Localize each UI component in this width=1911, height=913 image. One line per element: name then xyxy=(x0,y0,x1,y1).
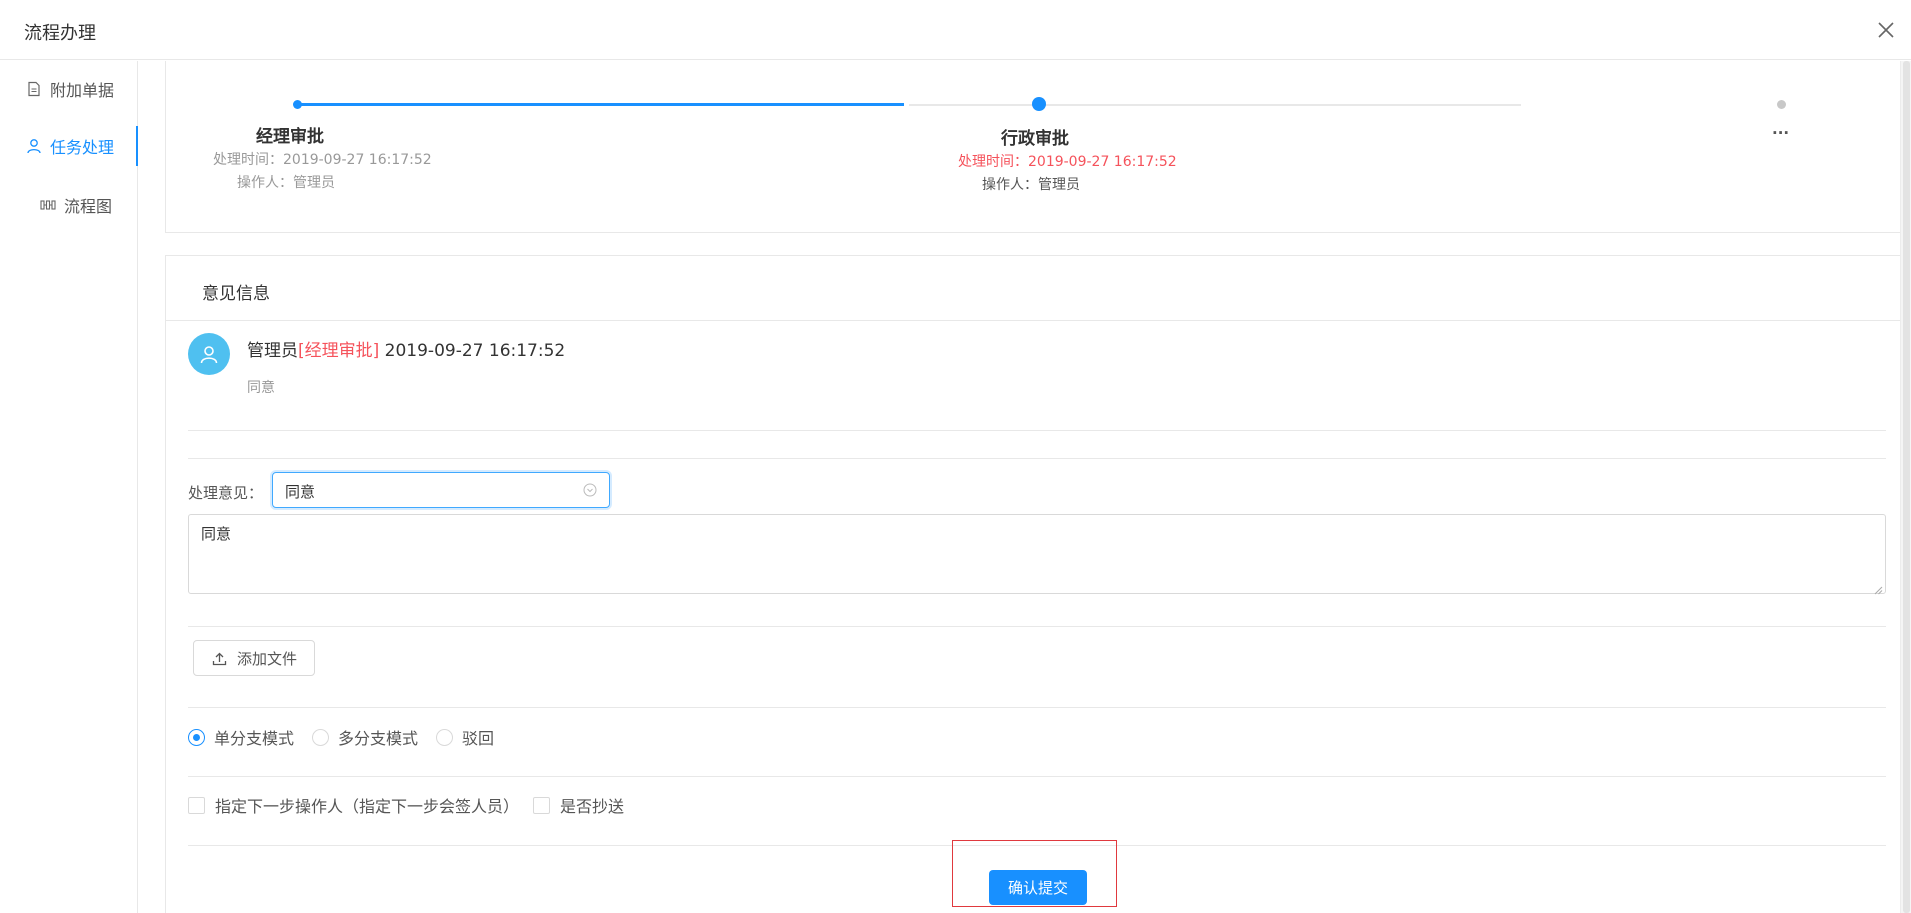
radio-circle xyxy=(188,728,205,746)
checkbox-box xyxy=(188,796,205,814)
radio-circle xyxy=(312,728,329,746)
radio-circle xyxy=(436,728,453,746)
sidebar-item-flowchart[interactable]: 流程图 xyxy=(0,185,138,225)
checkbox-assign-next-operator[interactable]: 指定下一步操作人（指定下一步会签人员） xyxy=(188,793,519,817)
comment-text: 同意 xyxy=(247,380,275,396)
opinion-card: 意见信息 管理员[经理审批] 2019-09-27 16:17:52 同意 处理… xyxy=(165,255,1906,913)
divider xyxy=(188,776,1886,777)
vertical-scrollbar[interactable] xyxy=(1900,61,1911,913)
radio-reject[interactable]: 驳回 xyxy=(436,725,494,749)
opinion-select-value: 同意 xyxy=(285,483,316,501)
process-steps-card: 经理审批 处理时间：2019-09-27 16:17:52 操作人：管理员 行政… xyxy=(165,61,1905,233)
radio-multi-branch[interactable]: 多分支模式 xyxy=(312,725,418,749)
divider xyxy=(188,707,1886,708)
step-dot-current xyxy=(1032,97,1046,111)
step-connector-done xyxy=(296,103,904,106)
close-icon[interactable] xyxy=(1874,18,1898,42)
sidebar-item-task[interactable]: 任务处理 xyxy=(0,126,138,166)
comment-time: 2019-09-27 16:17:52 xyxy=(384,341,566,361)
step-connector-pending xyxy=(909,104,1521,106)
avatar xyxy=(188,333,230,375)
sidebar-item-attachments[interactable]: 附加单据 xyxy=(0,69,138,109)
opinion-card-header: 意见信息 xyxy=(166,256,1906,321)
step-time: 处理时间：2019-09-27 16:17:52 xyxy=(213,152,432,168)
divider xyxy=(188,458,1886,459)
step-time: 处理时间：2019-09-27 16:17:52 xyxy=(958,154,1177,170)
step-dot-pending xyxy=(1777,100,1786,109)
comment-user: 管理员 xyxy=(247,341,298,361)
add-file-button[interactable]: 添加文件 xyxy=(193,640,315,676)
chevron-down-icon xyxy=(583,483,597,497)
comment-step-tag: [经理审批] xyxy=(298,341,380,361)
sidebar-item-label: 附加单据 xyxy=(50,81,115,100)
opinion-label: 处理意见： xyxy=(188,484,264,502)
sidebar: 附加单据 任务处理 流程图 xyxy=(0,61,138,913)
section-title: 意见信息 xyxy=(202,284,270,304)
user-icon xyxy=(200,346,218,364)
flow-chart-icon xyxy=(40,197,56,213)
step-operator: 操作人：管理员 xyxy=(237,175,335,191)
step-title: 行政审批 xyxy=(1001,129,1069,149)
sidebar-item-label: 流程图 xyxy=(64,197,113,216)
step-more: ... xyxy=(1772,120,1790,138)
opinion-select[interactable]: 同意 xyxy=(272,472,610,508)
divider xyxy=(188,626,1886,627)
dialog-title: 流程办理 xyxy=(24,23,96,44)
dialog-header: 流程办理 xyxy=(0,0,1911,60)
scrollbar-thumb[interactable] xyxy=(1903,61,1910,913)
sidebar-item-label: 任务处理 xyxy=(50,138,115,157)
radio-single-branch[interactable]: 单分支模式 xyxy=(188,725,294,749)
comment-header: 管理员[经理审批] 2019-09-27 16:17:52 xyxy=(247,336,565,361)
step-dot-done xyxy=(293,100,302,109)
user-icon xyxy=(26,138,42,154)
submit-button[interactable]: 确认提交 xyxy=(989,870,1087,905)
document-icon xyxy=(26,81,42,97)
divider xyxy=(188,430,1886,431)
step-operator: 操作人：管理员 xyxy=(982,177,1080,193)
opinion-textarea[interactable]: 同意 xyxy=(188,514,1886,595)
resize-handle-icon[interactable] xyxy=(1873,581,1883,595)
checkbox-cc[interactable]: 是否抄送 xyxy=(533,793,624,817)
upload-icon xyxy=(212,651,227,666)
step-title: 经理审批 xyxy=(256,127,324,147)
checkbox-box xyxy=(533,796,550,814)
